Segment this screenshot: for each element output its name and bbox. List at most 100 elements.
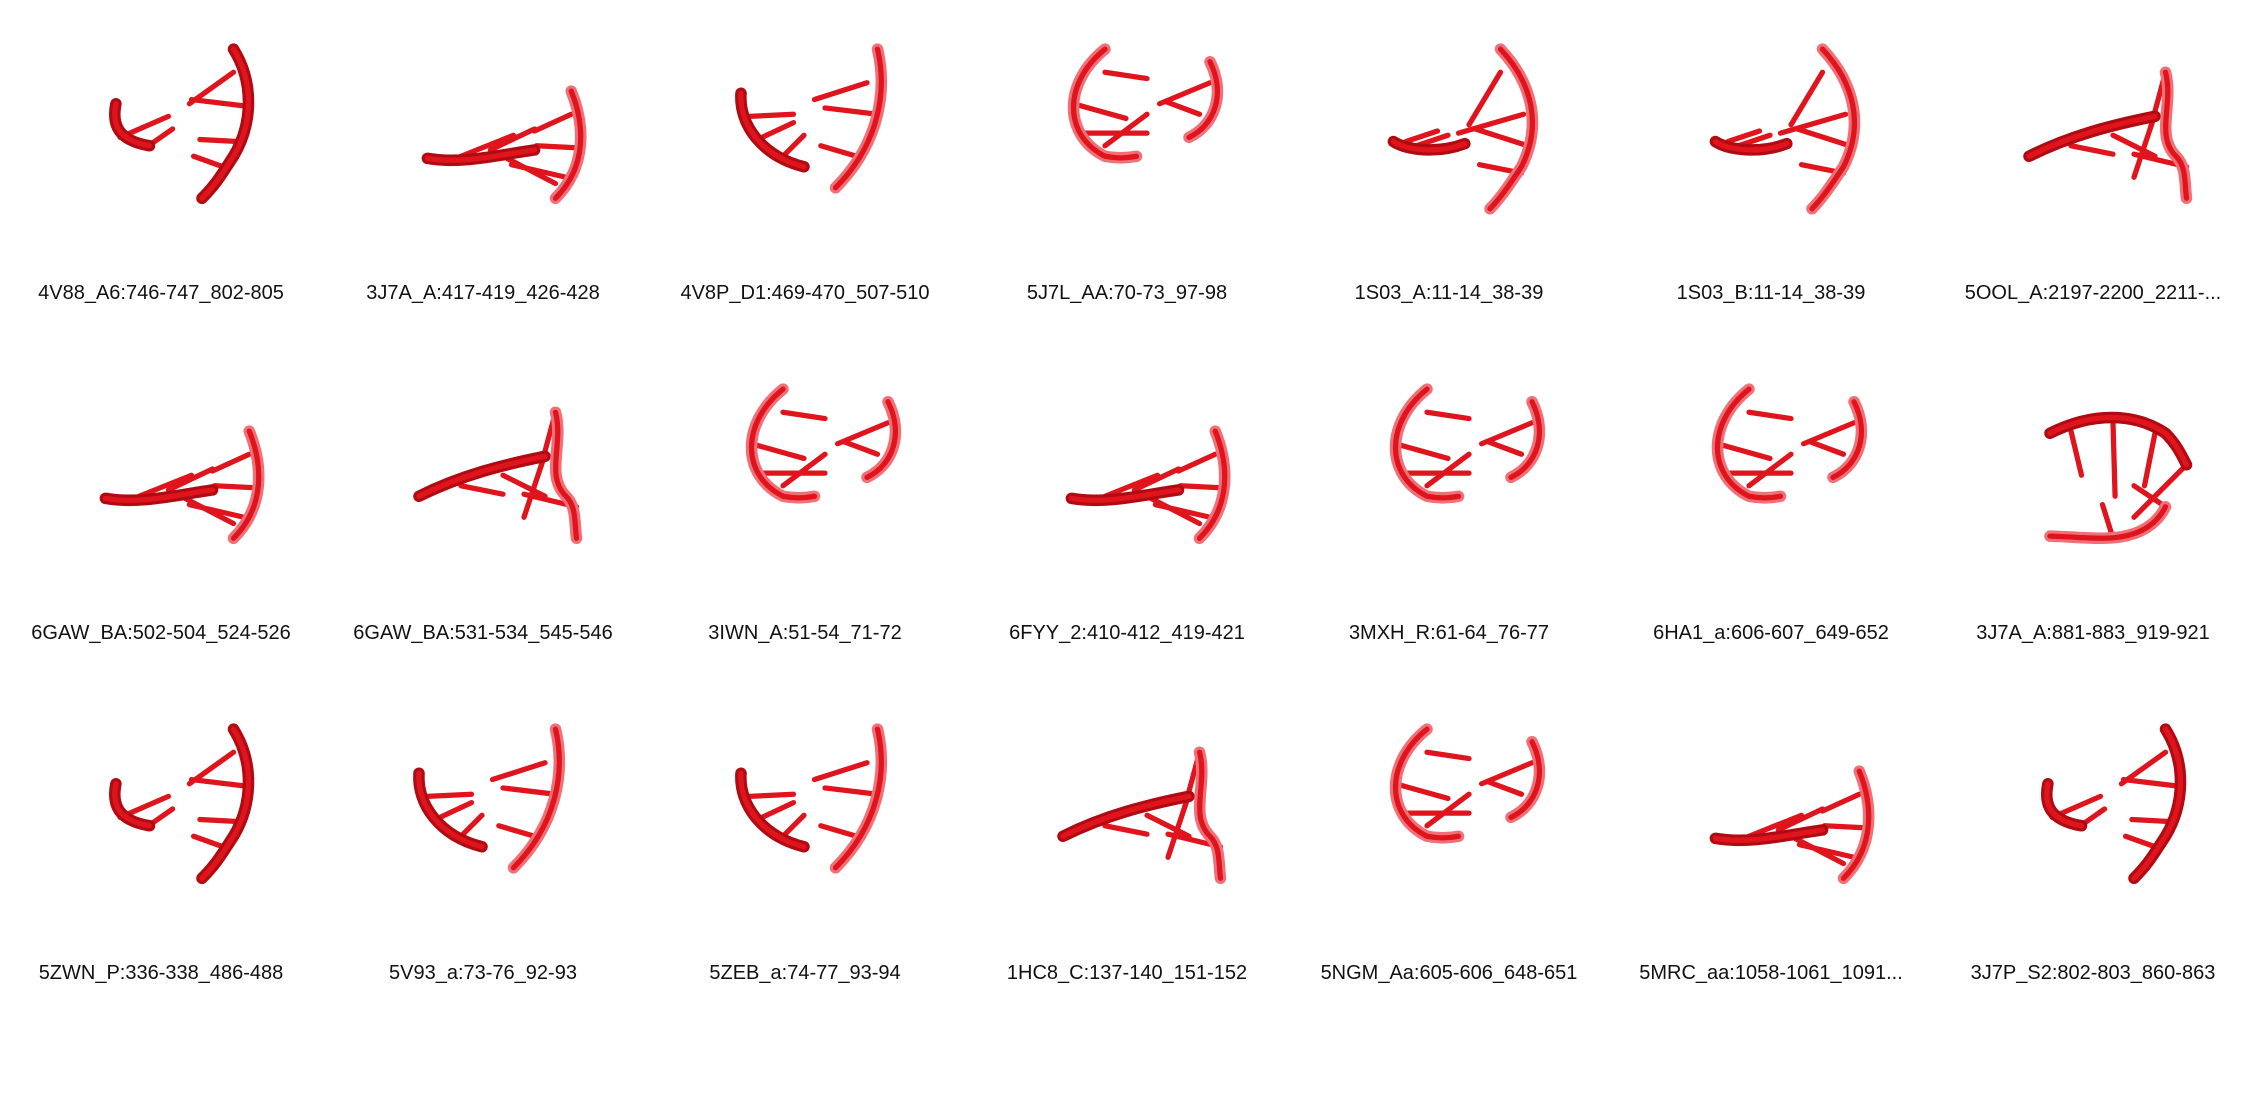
rna-backbone-structure-icon xyxy=(1067,43,1224,164)
structure-tile: 5V93_a:73-76_92-93 xyxy=(332,680,634,1020)
base-pair-rung xyxy=(178,493,237,527)
base-pair-rung xyxy=(2068,143,2116,157)
structure-tile: 3IWN_A:51-54_71-72 xyxy=(654,340,956,680)
base-pair-rung xyxy=(1794,126,1853,149)
structure-label: 3J7A_A:417-419_426-428 xyxy=(366,282,600,304)
base-pair-rung xyxy=(197,136,241,145)
base-pair-rung xyxy=(818,143,860,159)
structure-label: 1S03_B:11-14_38-39 xyxy=(1676,282,1866,304)
rna-backbone-structure-icon xyxy=(421,85,587,205)
base-pair-rung xyxy=(818,823,860,839)
base-pair-rung xyxy=(2080,806,2108,827)
rna-backbone-structure-icon xyxy=(109,723,255,885)
base-pair-rung xyxy=(1819,791,1862,814)
structure-label: 5ZWN_P:336-338_486-488 xyxy=(38,962,284,984)
structure-tile: 1HC8_C:137-140_151-152 xyxy=(976,680,1278,1020)
base-pair-rung xyxy=(1163,99,1203,117)
base-pair-rung xyxy=(500,785,559,797)
base-pair-rung xyxy=(746,791,797,799)
rna-backbone-structure-icon xyxy=(2023,66,2193,205)
structure-tile: 6HA1_a:606-607_649-652 xyxy=(1620,340,1922,680)
base-pair-rung xyxy=(211,483,260,491)
structure-tile: 3MXH_R:61-64_76-77 xyxy=(1298,340,1600,680)
base-pair-rung xyxy=(759,800,797,820)
rna-backbone-structure-icon xyxy=(745,383,902,504)
base-pair-rung xyxy=(748,441,807,462)
base-pair-rung xyxy=(822,105,881,117)
structure-tile: 5MRC_aa:1058-1061_1091... xyxy=(1620,680,1922,1020)
structure-label: 5ZEB_a:74-77_93-94 xyxy=(709,962,901,984)
base-pair-rung xyxy=(1807,439,1847,457)
structure-label: 4V8P_D1:469-470_507-510 xyxy=(680,282,930,304)
structure-label: 3MXH_R:61-64_76-77 xyxy=(1348,622,1550,644)
structure-label: 6GAW_BA:502-504_524-526 xyxy=(31,622,291,644)
base-pair-rung xyxy=(1788,833,1847,867)
structure-tile: 6GAW_BA:531-534_545-546 xyxy=(332,340,634,680)
structure-tile: 5ZWN_P:336-338_486-488 xyxy=(10,680,312,1020)
rna-backbone-structure-icon xyxy=(109,43,255,205)
base-pair-rung xyxy=(2129,816,2173,825)
rna-backbone-structure-icon xyxy=(1709,765,1875,885)
base-pair-rung xyxy=(2110,420,2118,499)
base-pair-rung xyxy=(496,823,538,839)
rna-backbone-structure-icon xyxy=(1389,723,1546,844)
base-pair-rung xyxy=(1392,781,1451,802)
base-pair-rung xyxy=(1821,823,1870,831)
base-pair-rung xyxy=(437,800,475,820)
base-pair-rung xyxy=(811,80,870,103)
structure-label: 6FYY_2:410-412_419-421 xyxy=(1009,622,1245,644)
structure-label: 3J7P_S2:802-803_860-863 xyxy=(1970,962,2216,984)
structure-label: 5NGM_Aa:605-606_648-651 xyxy=(1320,962,1578,984)
base-pair-rung xyxy=(2120,776,2179,789)
base-pair-rung xyxy=(458,483,506,497)
structure-tile: 5NGM_Aa:605-606_648-651 xyxy=(1298,680,1600,1020)
rna-backbone-structure-icon xyxy=(1057,746,1227,885)
rna-backbone-structure-icon xyxy=(413,723,566,874)
base-pair-rung xyxy=(458,812,485,839)
base-pair-rung xyxy=(1102,69,1150,82)
base-pair-rung xyxy=(188,776,247,789)
base-pair-rung xyxy=(1788,69,1826,128)
base-pair-rung xyxy=(1466,69,1504,128)
base-pair-rung xyxy=(1424,409,1472,422)
base-pair-rung xyxy=(1177,483,1226,491)
base-pair-rung xyxy=(759,120,797,140)
structure-tile: 1S03_B:11-14_38-39 xyxy=(1620,0,1922,340)
base-pair-rung xyxy=(188,96,247,109)
base-pair-rung xyxy=(2141,430,2158,489)
base-pair-rung xyxy=(531,111,574,134)
structure-label: 1HC8_C:137-140_151-152 xyxy=(1006,962,1248,984)
backbone-highlight xyxy=(1809,46,1858,212)
structure-tile: 3J7A_A:417-419_426-428 xyxy=(332,0,634,340)
base-pair-rung xyxy=(148,126,176,147)
base-pair-rung xyxy=(424,791,475,799)
base-pair-rung xyxy=(197,816,241,825)
structure-tile: 6GAW_BA:502-504_524-526 xyxy=(10,340,312,680)
base-pair-rung xyxy=(841,439,881,457)
structure-tile: 1S03_A:11-14_38-39 xyxy=(1298,0,1600,340)
base-pair-rung xyxy=(1175,451,1218,474)
structure-tile: 5OOL_A:2197-2200_2211-... xyxy=(1942,0,2244,340)
structure-tile: 6FYY_2:410-412_419-421 xyxy=(976,340,1278,680)
structure-label: 5OOL_A:2197-2200_2211-... xyxy=(1964,282,2222,304)
base-pair-rung xyxy=(190,153,226,170)
base-pair-rung xyxy=(1746,409,1794,422)
base-pair-rung xyxy=(1144,493,1203,527)
base-pair-rung xyxy=(533,143,582,151)
base-pair-rung xyxy=(1485,439,1525,457)
base-pair-rung xyxy=(1102,823,1150,837)
base-pair-rung xyxy=(2068,428,2085,478)
base-pair-rung xyxy=(780,409,828,422)
structure-label: 5MRC_aa:1058-1061_1091... xyxy=(1639,962,1903,984)
base-pair-rung xyxy=(2122,833,2158,850)
base-pair-rung xyxy=(1392,441,1451,462)
structure-tile: 3J7P_S2:802-803_860-863 xyxy=(1942,680,2244,1020)
structure-label: 3J7A_A:881-883_919-921 xyxy=(1976,622,2210,644)
base-pair-rung xyxy=(190,833,226,850)
rna-backbone-structure-icon xyxy=(735,43,888,194)
backbone-highlight xyxy=(1487,46,1536,212)
structure-label: 4V88_A6:746-747_802-805 xyxy=(38,282,284,304)
structure-label: 5J7L_AA:70-73_97-98 xyxy=(1026,282,1228,304)
structure-tile: 4V8P_D1:469-470_507-510 xyxy=(654,0,956,340)
structure-tile: 5J7L_AA:70-73_97-98 xyxy=(976,0,1278,340)
